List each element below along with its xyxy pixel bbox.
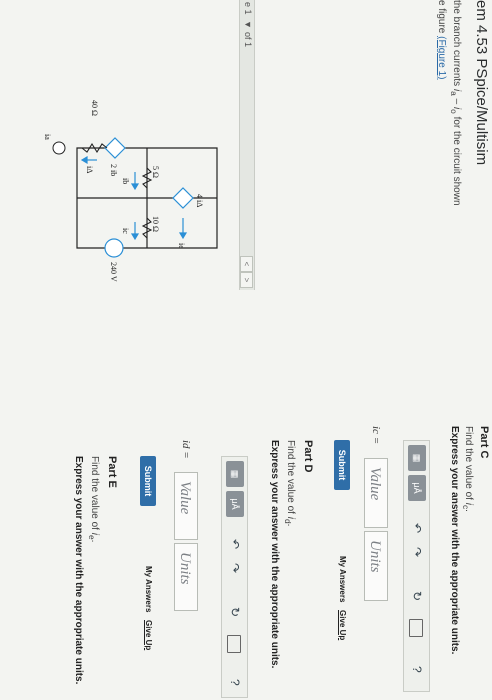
units-button[interactable]: μÅ: [226, 491, 244, 517]
part-c-instruction: Express your answer with the appropriate…: [449, 426, 460, 655]
photo-stage: em 4.53 PSpice/Multisim the branch curre…: [0, 0, 492, 700]
help-icon[interactable]: ?: [410, 666, 424, 673]
ammeter-circle: [52, 141, 66, 155]
part-d-toolbar: ▦ μÅ ↶ ↷ ↻ ?: [221, 456, 248, 698]
voltage-source-240v: [104, 238, 124, 258]
part-c-give-up-link[interactable]: Give Up: [338, 610, 347, 640]
current-ia-label: ia: [43, 134, 52, 140]
resistor-5-label: 5 Ω: [151, 166, 160, 178]
dependent-source-label-1: 4 iΔ: [195, 194, 204, 207]
problem-text: e figure: [436, 0, 447, 37]
part-d-var-label: id =: [180, 440, 192, 459]
undo-icon[interactable]: ↶: [410, 523, 424, 533]
keyboard-icon[interactable]: [409, 619, 423, 637]
part-d-give-up-link[interactable]: Give Up: [144, 620, 153, 650]
problem-statement-line2: e figure (Figure 1): [436, 0, 447, 80]
reset-icon[interactable]: ↻: [228, 607, 242, 617]
part-e-prompt: Find the value of ie.: [87, 456, 100, 542]
redo-icon[interactable]: ↷: [410, 547, 424, 557]
template-icon[interactable]: ▦: [226, 461, 244, 487]
prompt-text: Find the value of: [89, 456, 100, 533]
part-e-label: Part E: [106, 456, 118, 488]
redo-icon[interactable]: ↷: [228, 563, 242, 573]
part-d-label: Part D: [302, 440, 314, 473]
figure-dropdown-arrow-icon[interactable]: ▼: [243, 20, 253, 29]
resistor-40-label: 40 Ω: [90, 100, 99, 116]
part-d-instruction: Express your answer with the appropriate…: [269, 440, 280, 669]
part-d-value-input[interactable]: Value: [174, 472, 198, 540]
current-ic-label: ic: [121, 228, 130, 234]
part-d-units-input[interactable]: Units: [174, 543, 198, 611]
resistor-10-label: 10 Ω: [151, 216, 160, 232]
units-button[interactable]: μÅ: [408, 475, 426, 501]
period: .: [285, 523, 296, 527]
prompt-text: Find the value of: [463, 426, 474, 503]
template-icon[interactable]: ▦: [408, 445, 426, 471]
part-c-submit-button[interactable]: Submit: [334, 440, 350, 490]
part-d-my-answers-link[interactable]: My Answers: [144, 566, 153, 612]
current-id-label: iΔ: [85, 166, 94, 173]
prev-figure-button[interactable]: <: [240, 256, 253, 272]
part-c-my-answers-link[interactable]: My Answers: [338, 556, 347, 602]
period: .: [463, 509, 474, 512]
figure-pager: e 1 ▼ of 1 < >: [239, 0, 255, 290]
part-c-label: Part C: [478, 426, 490, 459]
prompt-text: Find the value of: [285, 440, 296, 517]
problem-statement-line1: the branch currents ia – io for the circ…: [449, 0, 462, 206]
part-c-units-input[interactable]: Units: [364, 531, 388, 601]
part-d-submit-button[interactable]: Submit: [140, 456, 156, 506]
undo-icon[interactable]: ↶: [228, 539, 242, 549]
part-c-toolbar: ▦ μÅ ↶ ↷ ↻ ?: [403, 440, 430, 692]
problem-text: the branch currents: [451, 0, 462, 89]
figure-of-label: of 1: [243, 32, 253, 48]
help-icon[interactable]: ?: [228, 679, 242, 686]
dash: –: [451, 95, 462, 107]
circuit-diagram: 4 iΔ ie 5 Ω 10 Ω ib ic 2 ib 240 V 40 Ω i…: [43, 100, 218, 282]
current-ie-label: ie: [177, 243, 186, 249]
page-title: em 4.53 PSpice/Multisim: [473, 0, 490, 166]
part-c-value-input[interactable]: Value: [364, 458, 388, 528]
dependent-source-label-2: 2 ib: [109, 164, 118, 176]
part-d-prompt: Find the value of id.: [283, 440, 296, 526]
figure-label: e 1: [243, 2, 253, 15]
page: em 4.53 PSpice/Multisim the branch curre…: [0, 0, 492, 700]
keyboard-icon[interactable]: [227, 635, 241, 653]
part-e-instruction: Express your answer with the appropriate…: [73, 456, 84, 685]
dependent-source-diamond-middle: [104, 137, 126, 159]
period: .: [89, 539, 100, 543]
problem-text: for the circuit shown: [451, 113, 462, 206]
reset-icon[interactable]: ↻: [410, 591, 424, 601]
next-figure-button[interactable]: >: [240, 272, 253, 288]
current-ib-label: ib: [121, 178, 130, 184]
figure-link[interactable]: (Figure 1): [436, 36, 447, 79]
voltage-source-label: 240 V: [109, 262, 118, 282]
part-c-var-label: ic =: [370, 426, 382, 445]
part-c-prompt: Find the value of ic.: [461, 426, 474, 512]
dependent-source-diamond-top: [172, 187, 194, 209]
